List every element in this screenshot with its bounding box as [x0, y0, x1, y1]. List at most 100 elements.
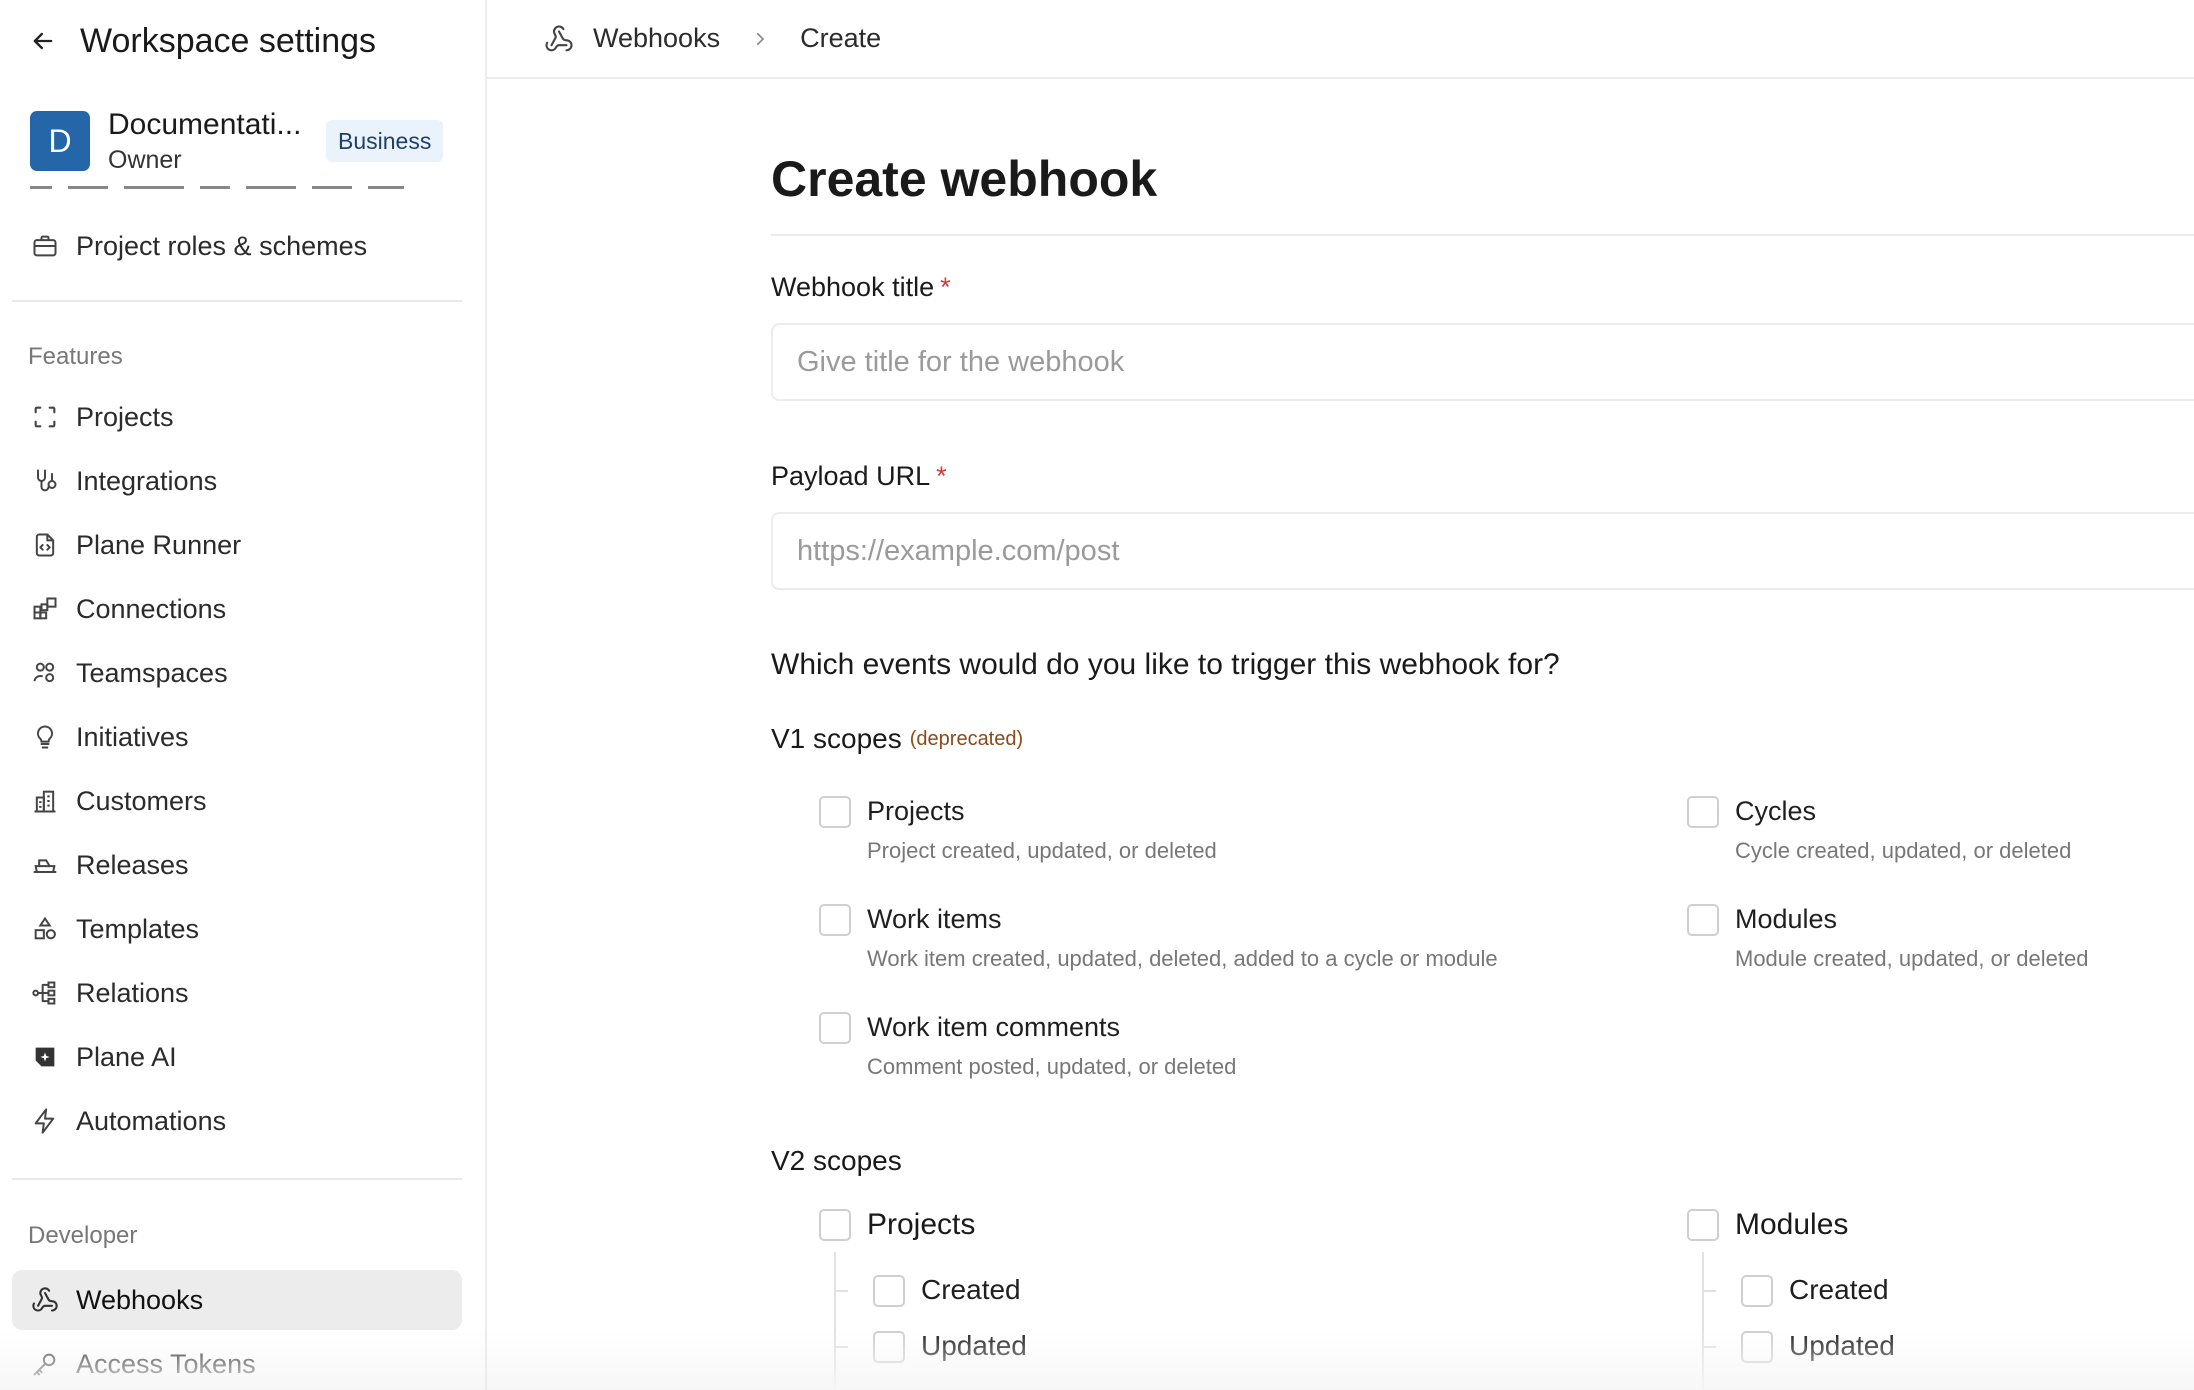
- v2-sub-label: Updated: [1789, 1330, 1895, 1361]
- sidebar-item-connections[interactable]: Connections: [12, 579, 462, 639]
- v1-cycles-checkbox[interactable]: [1687, 796, 1719, 828]
- sidebar-item-initiatives[interactable]: Initiatives: [12, 707, 462, 767]
- events-question: Which events would do you like to trigge…: [771, 648, 1560, 681]
- v1-option-title: Work item comments: [867, 1012, 1121, 1042]
- page-title: Create webhook: [771, 151, 1158, 207]
- title-divider: [771, 234, 2194, 236]
- sidebar-item-label: Webhooks: [76, 1284, 204, 1315]
- v2-projects-checkbox[interactable]: [819, 1209, 851, 1241]
- sidebar-divider: [12, 1178, 462, 1180]
- v2-sub-label: Created: [921, 1274, 1021, 1305]
- webhook-icon: [543, 23, 575, 55]
- tree-connector: [1702, 1290, 1716, 1292]
- v1-work-item-comments-checkbox[interactable]: [819, 1012, 851, 1044]
- heading-text: V1 scopes: [771, 723, 902, 754]
- v1-option-desc: Cycle created, updated, or deleted: [1735, 838, 2072, 863]
- relations-icon: [30, 978, 60, 1008]
- projects-icon: [30, 402, 60, 432]
- webhook-icon: [30, 1285, 60, 1315]
- tree-connector: [1702, 1346, 1716, 1348]
- v1-option-desc: Module created, updated, or deleted: [1735, 946, 2089, 971]
- sidebar-item-integrations[interactable]: Integrations: [12, 451, 462, 511]
- sidebar-item-label: Plane AI: [76, 1041, 177, 1072]
- workspace-switcher[interactable]: D Documentati... Owner Business: [30, 108, 450, 174]
- tree-connector: [1702, 1252, 1704, 1390]
- sidebar-item-automations[interactable]: Automations: [12, 1091, 462, 1151]
- deprecated-tag: (deprecated): [909, 728, 1024, 750]
- workspace-name: Documentati...: [108, 107, 302, 141]
- connections-icon: [30, 594, 60, 624]
- sidebar-item-label: Projects: [76, 401, 174, 432]
- sidebar-item-label: Initiatives: [76, 721, 189, 752]
- v2-projects-updated-checkbox[interactable]: [873, 1331, 905, 1363]
- webhook-title-input[interactable]: [771, 323, 2194, 401]
- v1-projects-checkbox[interactable]: [819, 796, 851, 828]
- payload-url-label: Payload URL *: [771, 461, 947, 492]
- sidebar-item-customers[interactable]: Customers: [12, 771, 462, 831]
- v2-modules-created-checkbox[interactable]: [1741, 1275, 1773, 1307]
- lightning-icon: [30, 1106, 60, 1136]
- v1-option-title: Work items: [867, 904, 1002, 934]
- v2-modules-checkbox[interactable]: [1687, 1209, 1719, 1241]
- v2-group-title: Projects: [867, 1208, 976, 1241]
- sidebar-item-plane-runner[interactable]: Plane Runner: [12, 515, 462, 575]
- breadcrumb-webhooks-link[interactable]: Webhooks: [593, 23, 720, 54]
- lightbulb-icon: [30, 722, 60, 752]
- sidebar-item-label: Relations: [76, 977, 189, 1008]
- webhook-title-label: Webhook title *: [771, 272, 951, 303]
- v1-option-desc: Comment posted, updated, or deleted: [867, 1054, 1237, 1079]
- sidebar-item-webhooks[interactable]: Webhooks: [12, 1270, 462, 1330]
- sidebar-item-plane-ai[interactable]: Plane AI: [12, 1027, 462, 1087]
- v2-group-title: Modules: [1735, 1208, 1849, 1241]
- v1-work-items-checkbox[interactable]: [819, 904, 851, 936]
- integrations-icon: [30, 466, 60, 496]
- sidebar-item-projects[interactable]: Projects: [12, 387, 462, 447]
- back-arrow-icon[interactable]: [26, 24, 60, 58]
- payload-url-input[interactable]: [771, 512, 2194, 590]
- v2-scopes-heading: V2 scopes: [771, 1145, 902, 1176]
- sidebar-item-relations[interactable]: Relations: [12, 963, 462, 1023]
- v2-modules-updated-checkbox[interactable]: [1741, 1331, 1773, 1363]
- label-text: Payload URL: [771, 461, 931, 491]
- chevron-right-icon: [750, 29, 770, 49]
- sidebar-header: Workspace settings: [26, 18, 376, 64]
- ship-icon: [30, 850, 60, 880]
- plan-badge: Business: [326, 120, 444, 162]
- sidebar-item-label: Teamspaces: [76, 657, 228, 688]
- required-mark: *: [936, 461, 947, 491]
- settings-sidebar: Workspace settings D Documentati... Owne…: [0, 0, 487, 1390]
- sidebar-item-teamspaces[interactable]: Teamspaces: [12, 643, 462, 703]
- runner-script-icon: [30, 530, 60, 560]
- sidebar-item-label: Customers: [76, 785, 207, 816]
- main-content: Webhooks Create Create webhook Webhook t…: [487, 0, 2194, 1390]
- workspace-avatar: D: [30, 111, 90, 171]
- sidebar-item-access-tokens[interactable]: Access Tokens: [12, 1334, 462, 1390]
- required-mark: *: [940, 272, 951, 302]
- tree-connector: [834, 1346, 848, 1348]
- sidebar-item-label: Connections: [76, 593, 227, 624]
- sidebar-divider: [12, 300, 462, 302]
- v2-sub-label: Updated: [921, 1330, 1027, 1361]
- sidebar-item-label: Releases: [76, 849, 189, 880]
- developer-heading: Developer: [28, 1222, 138, 1249]
- plane-ai-icon: [30, 1042, 60, 1072]
- tree-connector: [834, 1290, 848, 1292]
- sidebar-title: Workspace settings: [80, 21, 377, 60]
- sidebar-item-label: Integrations: [76, 465, 218, 496]
- workspace-role: Owner: [108, 145, 182, 174]
- v2-projects-created-checkbox[interactable]: [873, 1275, 905, 1307]
- v1-option-title: Cycles: [1735, 796, 1817, 826]
- briefcase-icon: [30, 231, 60, 261]
- label-text: Webhook title: [771, 272, 935, 302]
- v1-scopes-heading: V1 scopes (deprecated): [771, 723, 1023, 755]
- sidebar-item-label: Access Tokens: [76, 1348, 256, 1379]
- v1-option-desc: Work item created, updated, deleted, add…: [867, 946, 1498, 971]
- sidebar-item-templates[interactable]: Templates: [12, 899, 462, 959]
- sidebar-item-releases[interactable]: Releases: [12, 835, 462, 895]
- sidebar-item-project-roles[interactable]: Project roles & schemes: [12, 216, 462, 276]
- scrolled-item-remnant: [30, 186, 430, 192]
- building-icon: [30, 786, 60, 816]
- sidebar-item-label: Templates: [76, 913, 200, 944]
- teamspaces-icon: [30, 658, 60, 688]
- v1-modules-checkbox[interactable]: [1687, 904, 1719, 936]
